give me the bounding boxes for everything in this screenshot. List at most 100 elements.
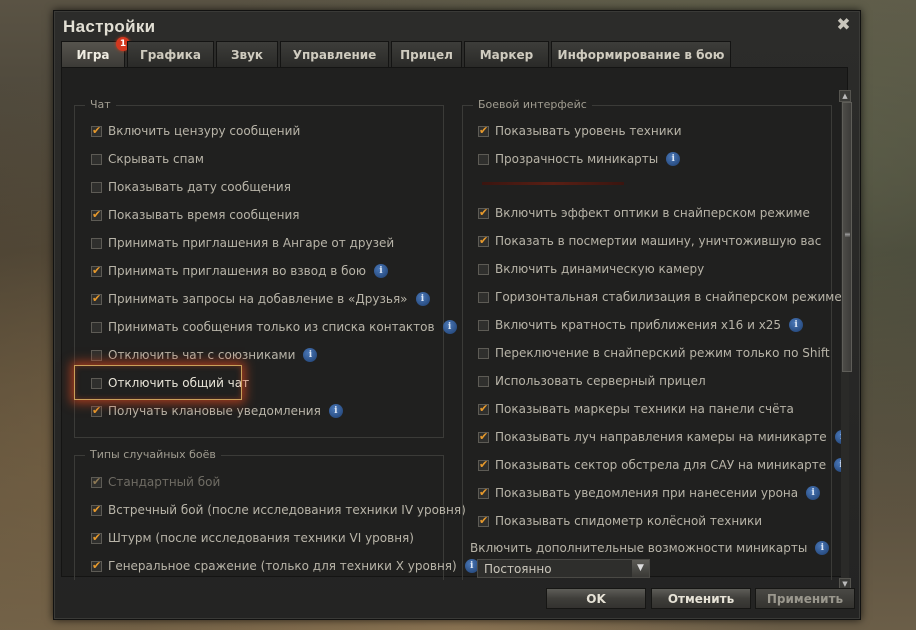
option-label: Показывать маркеры техники на панели счё… [495, 402, 794, 416]
checkbox[interactable] [91, 124, 102, 137]
checkbox[interactable] [478, 319, 489, 331]
chat-option[interactable]: Включить цензуру сообщений [91, 122, 300, 140]
interface-option[interactable]: Горизонтальная стабилизация в снайперско… [478, 288, 842, 306]
checkbox[interactable] [91, 208, 102, 221]
checkbox[interactable] [91, 531, 102, 544]
tab-label: Графика [140, 47, 201, 62]
tab-1[interactable]: Графика [127, 41, 214, 67]
tab-3[interactable]: Управление [280, 41, 389, 67]
apply-button[interactable]: Применить [755, 588, 855, 609]
option-label: Принимать приглашения во взвод в бою [108, 264, 366, 278]
interface-option[interactable]: Показывать сектор обстрела для САУ на ми… [478, 456, 849, 474]
checkbox[interactable] [478, 291, 489, 303]
interface-option[interactable]: Показывать маркеры техники на панели счё… [478, 400, 794, 418]
checkbox[interactable] [91, 349, 102, 361]
minimap-transparency-slider[interactable] [482, 182, 624, 185]
tab-6[interactable]: Информирование в бою [551, 41, 731, 67]
battle-type-option[interactable]: Штурм (после исследования техники VI уро… [91, 529, 414, 547]
checkbox[interactable] [91, 404, 102, 417]
checkbox[interactable] [478, 402, 489, 415]
checkbox[interactable] [91, 503, 102, 516]
scroll-track[interactable]: ≡ [841, 102, 852, 578]
interface-option[interactable]: Показывать уведомления при нанесении уро… [478, 484, 821, 502]
checkbox[interactable] [478, 486, 489, 499]
chat-option[interactable]: Принимать сообщения только из списка кон… [91, 318, 457, 336]
interface-option[interactable]: Включить кратность приближения x16 и x25… [478, 316, 804, 334]
info-icon[interactable]: i [442, 320, 457, 334]
option-label: Показывать уведомления при нанесении уро… [495, 486, 799, 500]
interface-option[interactable]: Показывать спидометр колёсной техники [478, 512, 762, 530]
checkbox[interactable] [478, 458, 489, 471]
info-icon[interactable]: i [415, 292, 430, 306]
chat-option[interactable]: Показывать время сообщения [91, 206, 300, 224]
chat-option[interactable]: Принимать приглашения в Ангаре от друзей [91, 234, 394, 252]
battle-types-group-title: Типы случайных боёв [85, 448, 221, 461]
chat-option[interactable]: Принимать приглашения во взвод в бою i [91, 262, 388, 280]
option-label: Показывать луч направления камеры на мин… [495, 430, 827, 444]
cancel-button[interactable]: Отменить [651, 588, 751, 609]
checkbox[interactable] [91, 264, 102, 277]
checkbox[interactable] [478, 263, 489, 275]
interface-option[interactable]: Использовать серверный прицел [478, 372, 706, 390]
minimap-extra-select-value: Постоянно [484, 561, 552, 576]
info-icon[interactable]: i [789, 318, 804, 332]
option-label: Включить цензуру сообщений [108, 124, 301, 138]
interface-option[interactable]: Прозрачность миникарты i [478, 150, 681, 168]
close-icon[interactable]: ✖ [835, 17, 852, 34]
checkbox[interactable] [478, 153, 489, 165]
option-label: Включить динамическую камеру [495, 262, 705, 276]
checkbox[interactable] [478, 234, 489, 247]
interface-option[interactable]: Включить эффект оптики в снайперском реж… [478, 204, 810, 222]
option-label: Скрывать спам [108, 152, 204, 166]
scroll-up-icon[interactable]: ▲ [839, 90, 851, 102]
interface-option[interactable]: Показывать луч направления камеры на мин… [478, 428, 849, 446]
tab-4[interactable]: Прицел [391, 41, 462, 67]
chat-option[interactable]: Получать клановые уведомления i [91, 402, 343, 420]
ok-button[interactable]: OK [546, 588, 646, 609]
tab-5[interactable]: Маркер [464, 41, 549, 67]
checkbox[interactable] [91, 237, 102, 249]
battle-type-option[interactable]: Стандартный бой [91, 473, 220, 491]
battle-interface-group-title: Боевой интерфейс [473, 98, 592, 111]
checkbox[interactable] [478, 430, 489, 443]
tab-2[interactable]: Звук [216, 41, 278, 67]
checkbox[interactable] [91, 321, 102, 333]
battle-type-option[interactable]: Генеральное сражение (только для техники… [91, 557, 479, 575]
checkbox[interactable] [478, 375, 489, 387]
info-icon[interactable]: i [806, 486, 821, 500]
checkbox[interactable] [91, 559, 102, 572]
chat-option[interactable]: Отключить чат с союзниками i [91, 346, 318, 364]
settings-window: Настройки ✖ Игра 1 Графика Звук Управление Пр… [53, 10, 861, 620]
checkbox[interactable] [478, 206, 489, 219]
checkbox[interactable] [478, 514, 489, 527]
battle-interface-group: Боевой интерфейс [462, 98, 832, 580]
checkbox[interactable] [91, 475, 102, 488]
info-icon[interactable]: i [303, 348, 318, 362]
interface-option[interactable]: Показывать уровень техники [478, 122, 682, 140]
option-label: Включить кратность приближения x16 и x25 [495, 318, 782, 332]
interface-option[interactable]: Переключение в снайперский режим только … [478, 344, 830, 362]
chat-option[interactable]: Скрывать спам [91, 150, 204, 168]
tab-0[interactable]: Игра 1 [61, 37, 130, 67]
info-icon[interactable]: i [815, 541, 830, 555]
battle-type-option[interactable]: Встречный бой (после исследования техник… [91, 501, 466, 519]
option-label: Принимать сообщения только из списка кон… [108, 320, 435, 334]
info-icon[interactable]: i [328, 404, 343, 418]
scroll-thumb[interactable]: ≡ [842, 102, 852, 372]
interface-option[interactable]: Показать в посмертии машину, уничтожившу… [478, 232, 821, 250]
checkbox[interactable] [91, 153, 102, 165]
interface-option[interactable]: Включить динамическую камеру [478, 260, 704, 278]
tab-label: Управление [292, 47, 377, 62]
scrollbar[interactable]: ▲ ≡ ▼ [839, 90, 852, 590]
checkbox[interactable] [478, 124, 489, 137]
tab-label: Игра [76, 47, 110, 62]
checkbox[interactable] [91, 181, 102, 193]
checkbox[interactable] [478, 347, 489, 359]
option-label: Использовать серверный прицел [495, 374, 706, 388]
checkbox[interactable] [91, 292, 102, 305]
chat-option[interactable]: Показывать дату сообщения [91, 178, 291, 196]
info-icon[interactable]: i [373, 264, 388, 278]
option-label: Переключение в снайперский режим только … [495, 346, 830, 360]
chat-option[interactable]: Принимать запросы на добавление в «Друзь… [91, 290, 430, 308]
info-icon[interactable]: i [666, 152, 681, 166]
